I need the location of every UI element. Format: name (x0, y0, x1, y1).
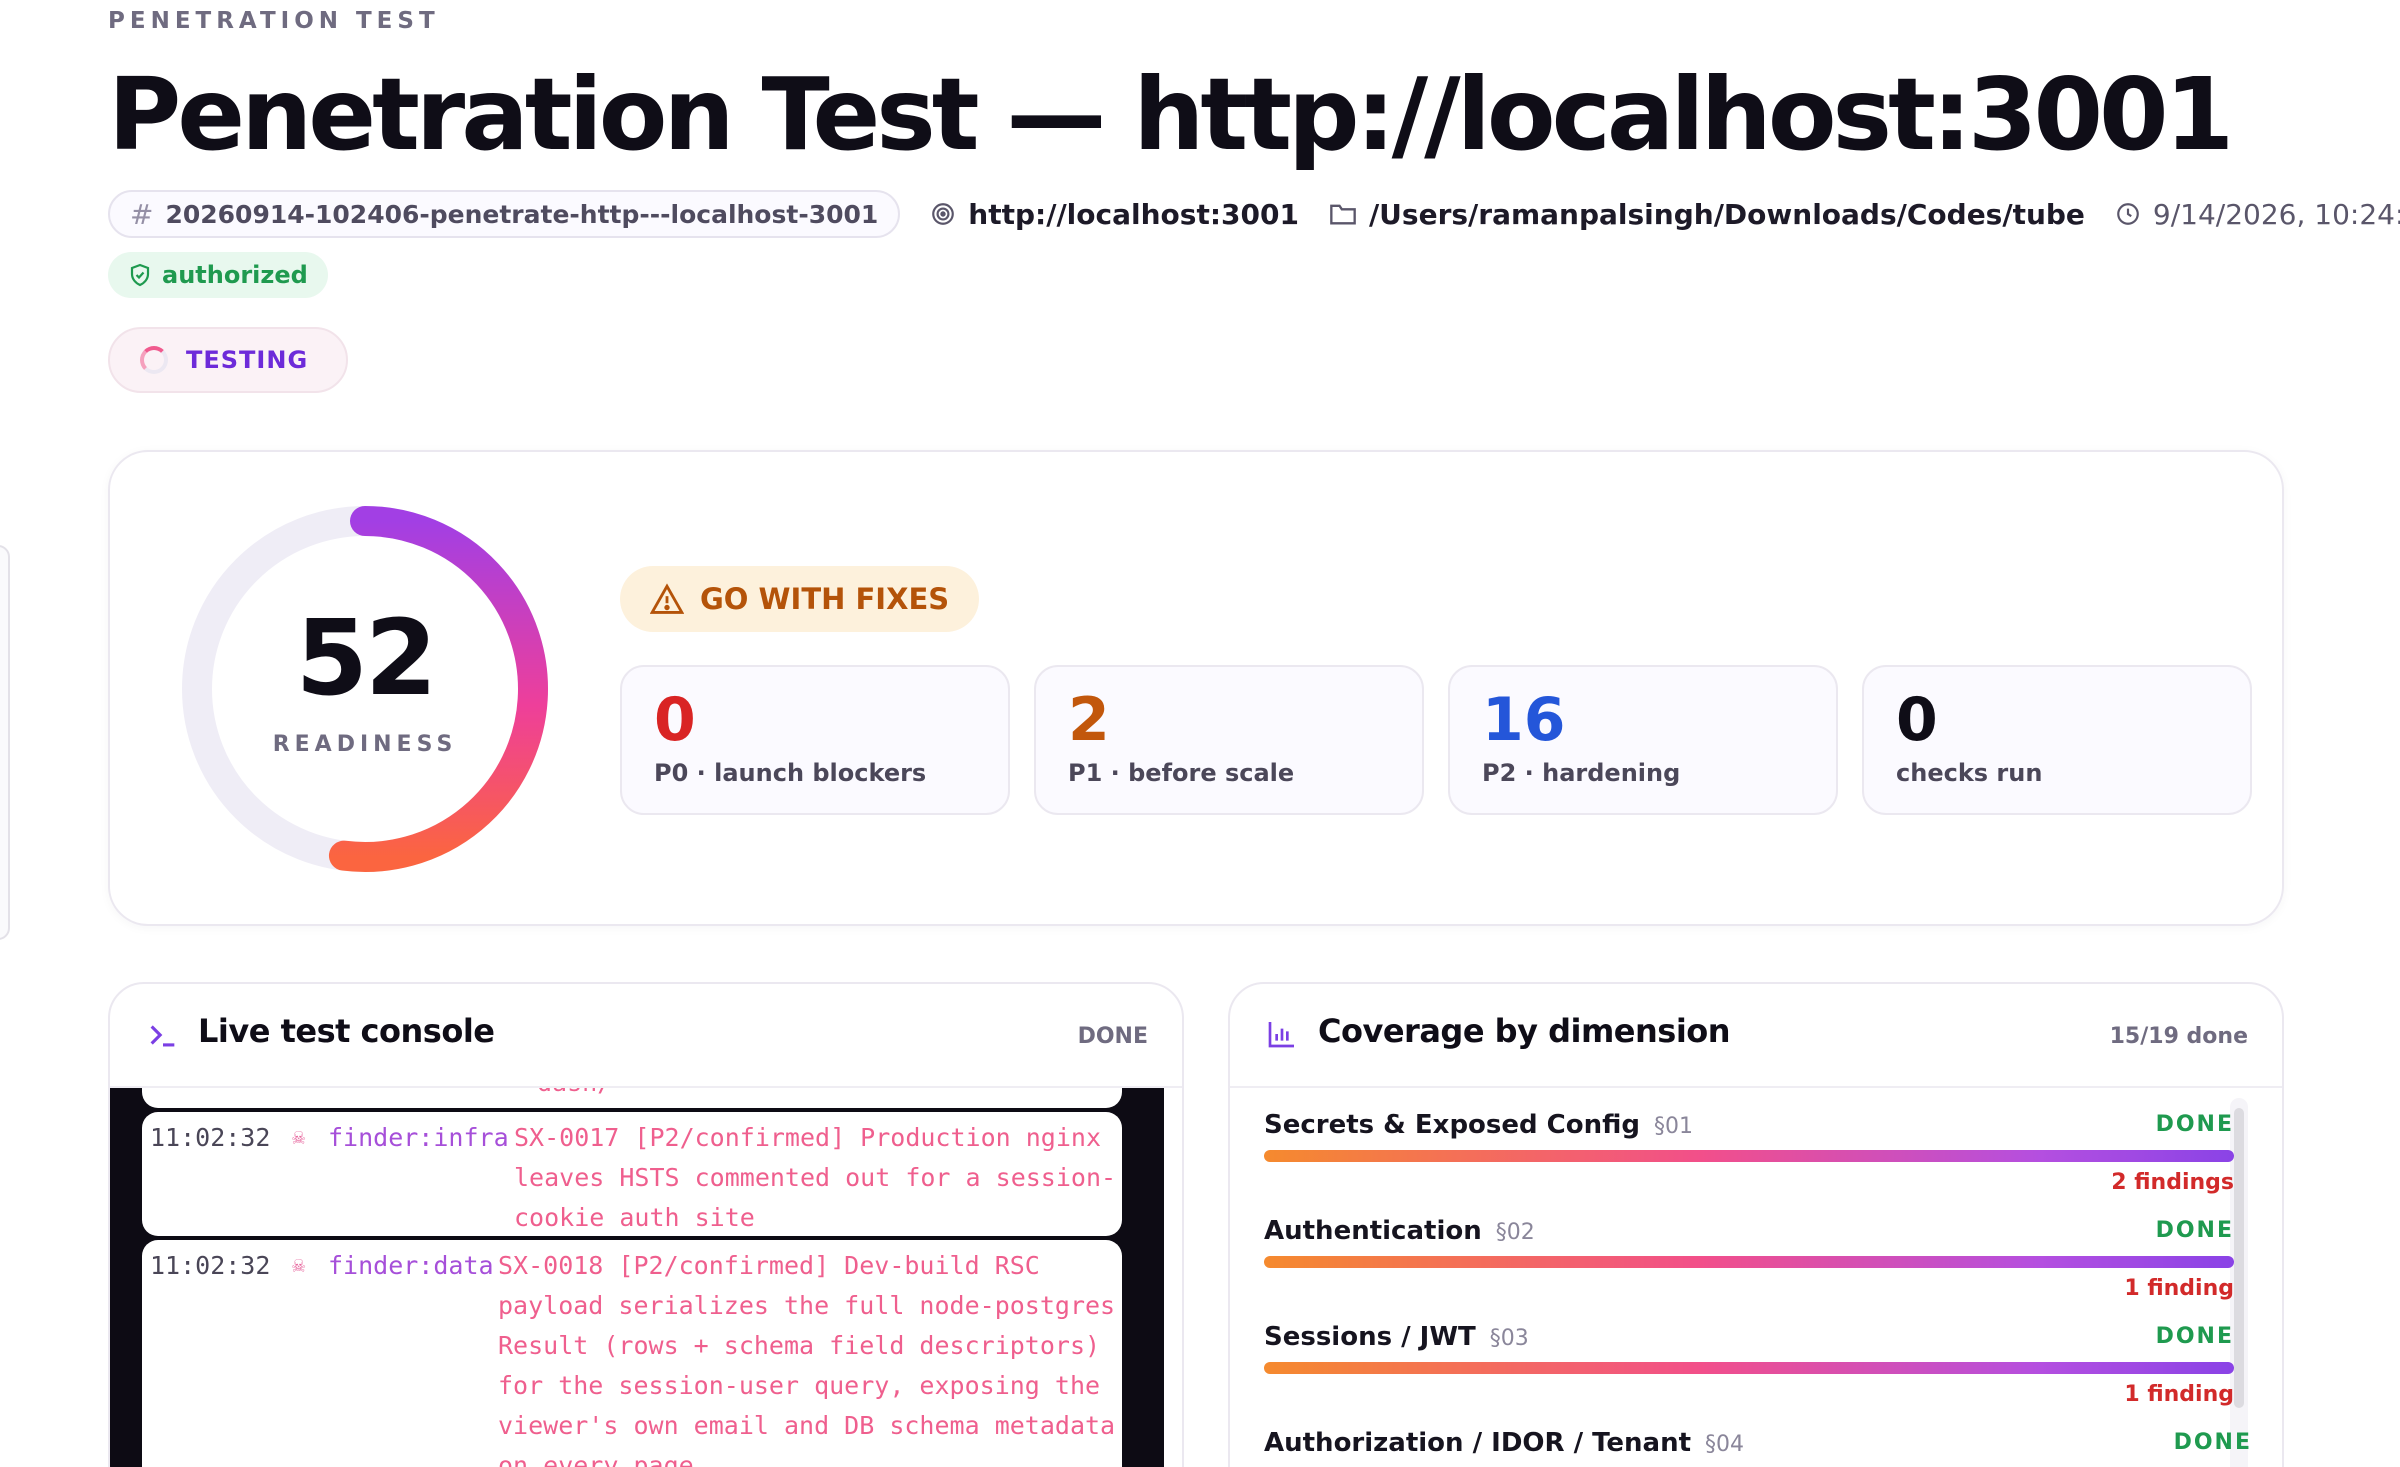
dimension-name: Sessions / JWT §03 (1264, 1322, 1529, 1352)
status-label: TESTING (186, 346, 309, 374)
dimension-name: Authorization / IDOR / Tenant §04 (1264, 1428, 1745, 1458)
stat-label: P2 · hardening (1482, 759, 1681, 787)
authorized-badge: authorized (108, 252, 328, 298)
dimension-status: DONE (2173, 1430, 2252, 1455)
target-url[interactable]: http://localhost:3001 (930, 198, 1299, 231)
dimension-row[interactable]: Authorization / IDOR / Tenant §04 DONE (1264, 1428, 2250, 1467)
coverage-header: Coverage by dimension 15/19 done (1230, 984, 2282, 1088)
log-entry: 11:02:32 ☠ finder:data SX-0018 [P2/confi… (142, 1240, 1122, 1467)
bar-chart-icon (1268, 1022, 1294, 1048)
stat-label: checks run (1896, 759, 2043, 787)
log-source: finder:data (328, 1251, 494, 1280)
dimension-row[interactable]: Secrets & Exposed Config §01 DONE 2 findi… (1264, 1110, 2234, 1216)
dimension-status: DONE (2155, 1112, 2234, 1137)
console-title: Live test console (198, 1012, 495, 1050)
dimension-row[interactable]: Authentication §02 DONE 1 finding (1264, 1216, 2234, 1322)
log-source: finder:infra (328, 1123, 509, 1152)
project-path-text: /Users/ramanpalsingh/Downloads/Codes/tub… (1368, 197, 2085, 231)
dimension-findings: 2 findings (2111, 1170, 2234, 1195)
stat-p0: 0 P0 · launch blockers (620, 665, 1010, 815)
dimension-status: DONE (2155, 1324, 2234, 1349)
warning-triangle-icon (650, 583, 684, 614)
readiness-score: 52 (295, 597, 438, 719)
stat-p1: 2 P1 · before scale (1034, 665, 1424, 815)
stat-value: 0 (654, 685, 696, 755)
run-timestamp-text: 9/14/2026, 10:24:06 AM (2152, 197, 2400, 231)
dimension-progress-bar (1264, 1362, 2234, 1374)
dimension-progress-bar (1264, 1150, 2234, 1162)
stat-label: P0 · launch blockers (654, 759, 927, 787)
page-eyebrow: PENETRATION TEST (108, 8, 440, 34)
authorized-label: authorized (162, 261, 308, 289)
folder-icon (1330, 204, 1356, 225)
stat-value: 16 (1482, 685, 1566, 755)
dimension-name: Secrets & Exposed Config §01 (1264, 1110, 1694, 1140)
clock-icon (2117, 203, 2139, 225)
coverage-panel: Coverage by dimension 15/19 done Secrets… (1228, 982, 2284, 1467)
dimension-status: DONE (2155, 1218, 2234, 1243)
project-path[interactable]: /Users/ramanpalsingh/Downloads/Codes/tub… (1329, 198, 2085, 231)
console-status: DONE (1077, 1024, 1148, 1049)
console-log[interactable]: dash/ 11:02:32 ☠ finder:infra SX-0017 [P… (110, 1088, 1164, 1467)
log-time: 11:02:32 (150, 1251, 271, 1280)
bug-icon: ☠ (292, 1253, 306, 1278)
dimension-findings: 1 finding (2124, 1382, 2234, 1407)
status-badge: TESTING (108, 327, 348, 393)
hash-icon: # (130, 197, 154, 231)
console-header: Live test console DONE (110, 984, 1182, 1088)
meta-row: # 20260914-102406-penetrate-http---local… (108, 190, 2400, 238)
dimension-section: §02 (1495, 1220, 1535, 1245)
coverage-title: Coverage by dimension (1318, 1012, 1731, 1050)
target-icon (932, 203, 955, 225)
readiness-summary-card: 52 READINESS GO WITH FIXES 0 P0 · launch… (108, 450, 2284, 926)
terminal-icon (150, 1025, 175, 1047)
live-test-console-panel: Live test console DONE dash/ 11:02:32 ☠ … (108, 982, 1184, 1467)
stat-value: 2 (1068, 685, 1110, 755)
target-url-text: http://localhost:3001 (968, 197, 1299, 231)
log-time: 11:02:32 (150, 1123, 271, 1152)
verdict-badge: GO WITH FIXES (620, 566, 980, 632)
side-drawer-handle[interactable] (0, 545, 10, 940)
spinner-icon (140, 346, 168, 374)
dimension-section: §03 (1489, 1326, 1529, 1351)
bug-icon: ☠ (292, 1125, 306, 1150)
dimension-findings: 1 finding (2124, 1276, 2234, 1301)
stat-value: 0 (1896, 685, 1938, 755)
dimension-section: §01 (1654, 1114, 1694, 1139)
coverage-progress: 15/19 done (2109, 1024, 2248, 1049)
log-entry-partial: dash/ (142, 1088, 1122, 1108)
dimension-progress-bar (1264, 1256, 2234, 1268)
stat-p2: 16 P2 · hardening (1448, 665, 1838, 815)
dimension-row[interactable]: Sessions / JWT §03 DONE 1 finding (1264, 1322, 2234, 1428)
log-entry: 11:02:32 ☠ finder:infra SX-0017 [P2/conf… (142, 1112, 1122, 1236)
verdict-label: GO WITH FIXES (700, 582, 950, 616)
stat-checks-run: 0 checks run (1862, 665, 2252, 815)
run-id-pill[interactable]: # 20260914-102406-penetrate-http---local… (108, 190, 901, 238)
run-timestamp: 9/14/2026, 10:24:06 AM (2115, 198, 2400, 231)
stat-label: P1 · before scale (1068, 759, 1295, 787)
run-id: 20260914-102406-penetrate-http---localho… (165, 199, 879, 229)
log-message: SX-0018 [P2/confirmed] Dev-build RSC pay… (498, 1251, 1116, 1467)
coverage-scrollbar[interactable] (2234, 1108, 2244, 1408)
readiness-label: READINESS (272, 732, 458, 757)
dimension-name: Authentication §02 (1264, 1216, 1535, 1246)
shield-check-icon (130, 263, 150, 287)
dimension-section: §04 (1705, 1432, 1745, 1457)
page-title: Penetration Test — http://localhost:3001 (108, 56, 2234, 173)
log-message: SX-0017 [P2/confirmed] Production nginx … (514, 1123, 1117, 1232)
